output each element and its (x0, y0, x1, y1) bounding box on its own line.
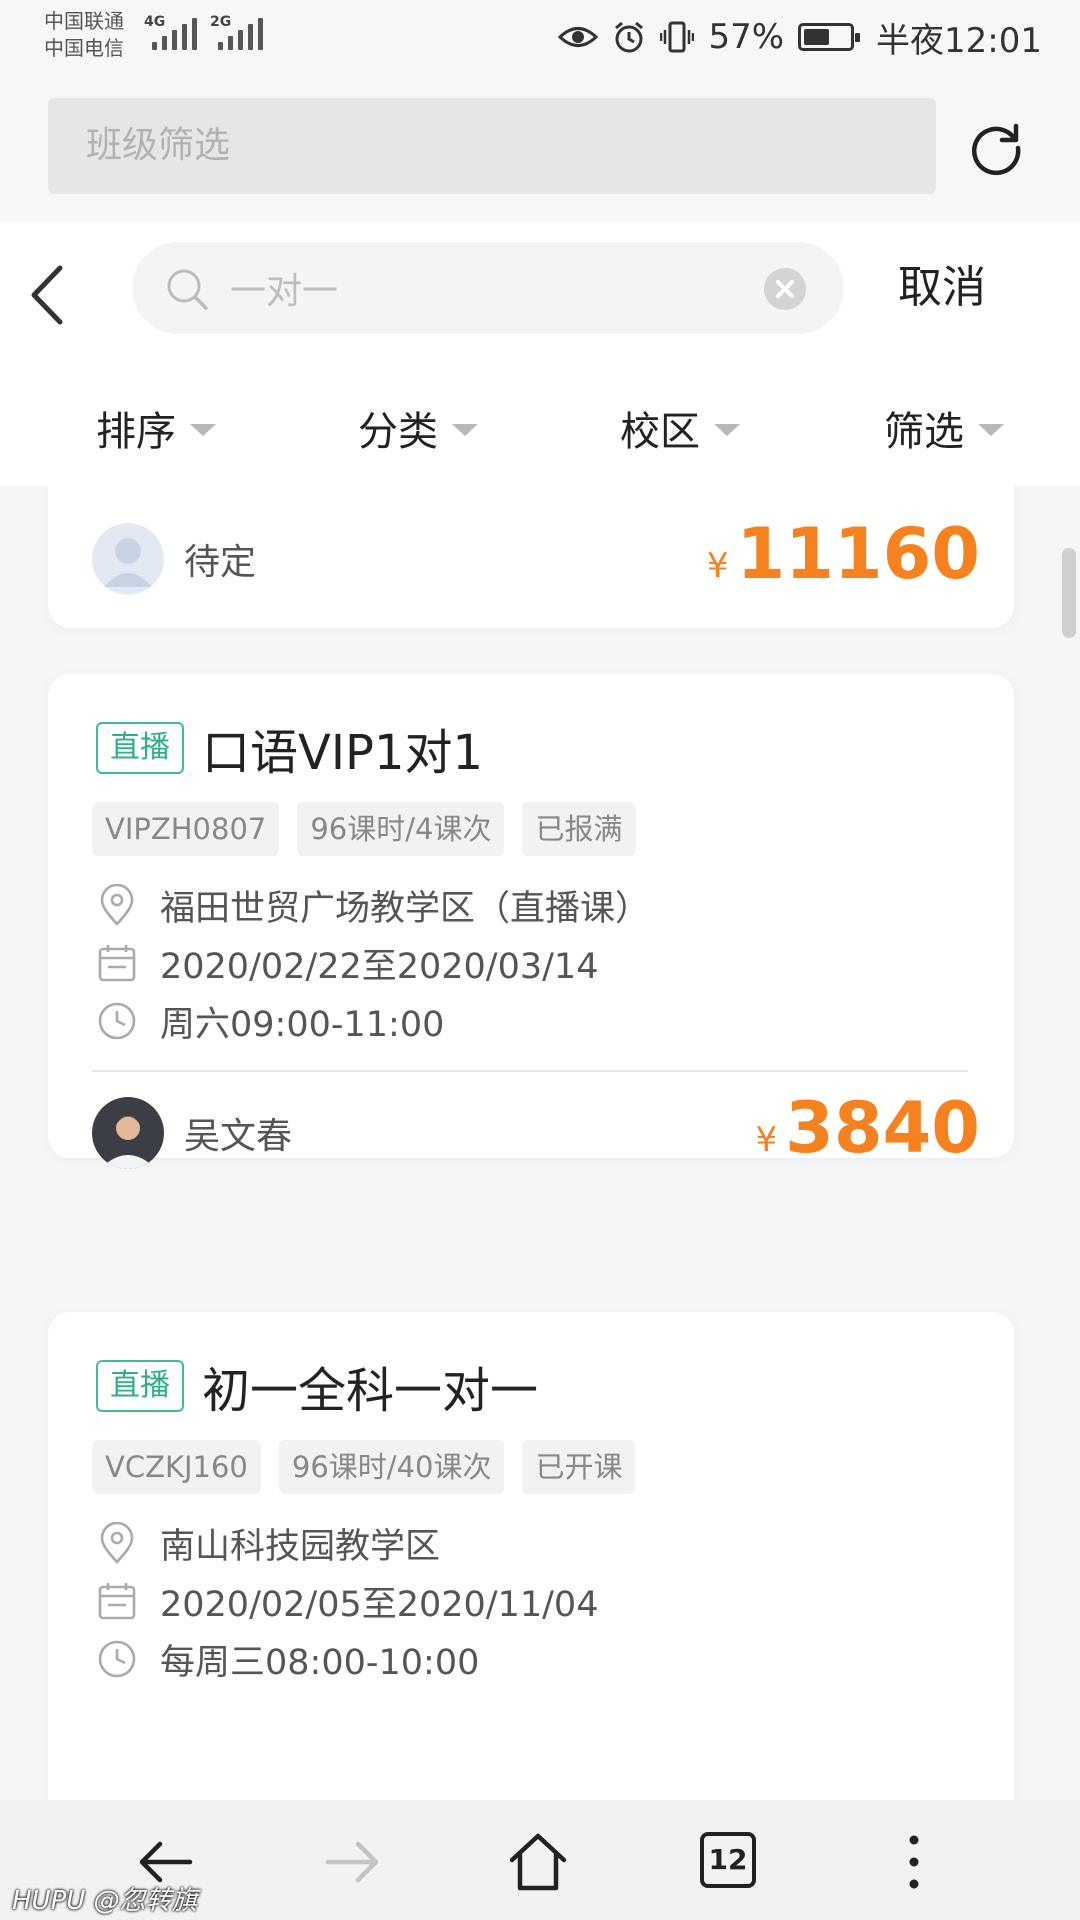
status-icons: 57% 半夜12:01 (558, 14, 1042, 61)
hours-tag: 96课时/4课次 (297, 802, 505, 856)
filter-label: 校区 (620, 409, 700, 455)
search-box[interactable] (132, 242, 844, 334)
signal-icon: 4G (144, 14, 197, 50)
network-type-1: 4G (144, 14, 166, 30)
signal-icon: 2G (210, 14, 263, 50)
currency-symbol: ¥ (706, 546, 729, 586)
date-range: 2020/02/05至2020/11/04 (160, 1584, 599, 1625)
course-tags: VIPZH0807 96课时/4课次 已报满 (92, 802, 636, 856)
browser-toolbar: 班级筛选 (0, 76, 1080, 222)
card-title-row: 直播 初一全科一对一 (96, 1356, 538, 1419)
course-tags: VCZKJ160 96课时/40课次 已开课 (92, 1440, 636, 1494)
more-menu-icon[interactable] (882, 1830, 946, 1894)
clock: 半夜12:01 (876, 20, 1042, 61)
clock-icon (98, 1640, 136, 1678)
filter-category[interactable]: 分类 (358, 370, 478, 486)
caret-down-icon (190, 424, 216, 436)
home-icon[interactable] (506, 1830, 570, 1894)
cancel-button[interactable]: 取消 (898, 258, 986, 318)
watermark: HUPU @忽转旗 (12, 1886, 198, 1916)
currency-symbol: ¥ (755, 1120, 778, 1160)
filter-sort[interactable]: 排序 (96, 370, 216, 486)
caret-down-icon (714, 424, 740, 436)
network-type-2: 2G (210, 14, 232, 30)
price-amount: 11160 (736, 513, 980, 595)
location-row: 福田世贸广场教学区（直播课） (96, 880, 650, 930)
price-amount: 3840 (785, 1087, 980, 1169)
teacher-name: 吴文春 (184, 1116, 293, 1157)
course-card[interactable]: 直播 口语VIP1对1 VIPZH0807 96课时/4课次 已报满 福田世贸广… (48, 674, 1014, 1169)
date-row: 2020/02/05至2020/11/04 (96, 1576, 598, 1626)
teacher-row: 吴文春 (92, 1096, 292, 1170)
teacher-name: 待定 (184, 542, 257, 583)
schedule-text: 周六09:00-11:00 (160, 1004, 445, 1045)
status-bar: 中国联通 中国电信 4G 2G 57% 半夜12:01 (0, 0, 1080, 76)
forward-arrow-icon[interactable] (320, 1830, 384, 1894)
live-badge: 直播 (96, 1360, 184, 1412)
course-card[interactable]: 待定 ¥ 11160 (48, 486, 1014, 628)
schedule-row: 每周三08:00-10:00 (96, 1634, 479, 1684)
location-pin-icon (100, 884, 134, 926)
reload-icon[interactable] (966, 116, 1026, 176)
status-tag: 已报满 (522, 802, 636, 856)
scrollbar-thumb[interactable] (1062, 548, 1076, 638)
tabs-button[interactable]: 12 (700, 1832, 756, 1888)
alarm-icon (615, 21, 644, 53)
battery-icon (798, 23, 861, 51)
course-title: 初一全科一对一 (202, 1363, 539, 1419)
carrier-labels: 中国联通 中国电信 (44, 8, 124, 62)
schedule-text: 每周三08:00-10:00 (160, 1642, 480, 1683)
location-pin-icon (100, 1522, 134, 1564)
filter-campus[interactable]: 校区 (620, 370, 740, 486)
hours-tag: 96课时/40课次 (278, 1440, 505, 1494)
filter-label: 筛选 (884, 409, 964, 455)
carrier-2: 中国电信 (44, 36, 124, 60)
course-title: 口语VIP1对1 (202, 725, 484, 781)
search-input[interactable] (230, 242, 750, 334)
date-range: 2020/02/22至2020/03/14 (160, 946, 599, 987)
date-row: 2020/02/22至2020/03/14 (96, 938, 598, 988)
teacher-row: 待定 (92, 522, 256, 596)
price: ¥ 3840 (756, 1090, 980, 1166)
clear-icon[interactable] (764, 268, 806, 310)
filter-more[interactable]: 筛选 (884, 370, 1004, 486)
vibrate-icon (660, 21, 695, 53)
search-icon (167, 269, 208, 310)
calendar-icon (98, 945, 136, 982)
carrier-1: 中国联通 (44, 9, 124, 33)
location-text: 南山科技园教学区 (160, 1526, 441, 1567)
filter-label: 排序 (96, 409, 176, 455)
search-header: 取消 (0, 222, 1080, 370)
eye-icon (558, 27, 599, 47)
caret-down-icon (978, 424, 1004, 436)
card-title-row: 直播 口语VIP1对1 (96, 718, 483, 781)
battery-percent: 57% (708, 17, 785, 57)
status-tag: 已开课 (522, 1440, 636, 1494)
calendar-icon (98, 1583, 136, 1620)
course-list[interactable]: 待定 ¥ 11160 直播 口语VIP1对1 VIPZH0807 96课时/4课… (0, 486, 1080, 1800)
live-badge: 直播 (96, 722, 184, 774)
filter-label: 分类 (358, 409, 438, 455)
price: ¥ 11160 (707, 516, 980, 592)
location-row: 南山科技园教学区 (96, 1518, 440, 1568)
course-card[interactable]: 直播 初一全科一对一 VCZKJ160 96课时/40课次 已开课 南山科技园教… (48, 1312, 1014, 1800)
course-code-tag: VIPZH0807 (92, 802, 280, 856)
clock-icon (98, 1002, 136, 1040)
default-avatar-icon (92, 523, 164, 595)
url-field[interactable]: 班级筛选 (48, 98, 936, 194)
schedule-row: 周六09:00-11:00 (96, 996, 444, 1046)
filter-bar: 排序 分类 校区 筛选 (0, 370, 1080, 486)
divider (92, 1070, 968, 1072)
caret-down-icon (452, 424, 478, 436)
back-arrow-icon[interactable] (22, 258, 74, 332)
location-text: 福田世贸广场教学区（直播课） (160, 888, 651, 929)
course-code-tag: VCZKJ160 (92, 1440, 261, 1494)
teacher-avatar (92, 1097, 164, 1169)
